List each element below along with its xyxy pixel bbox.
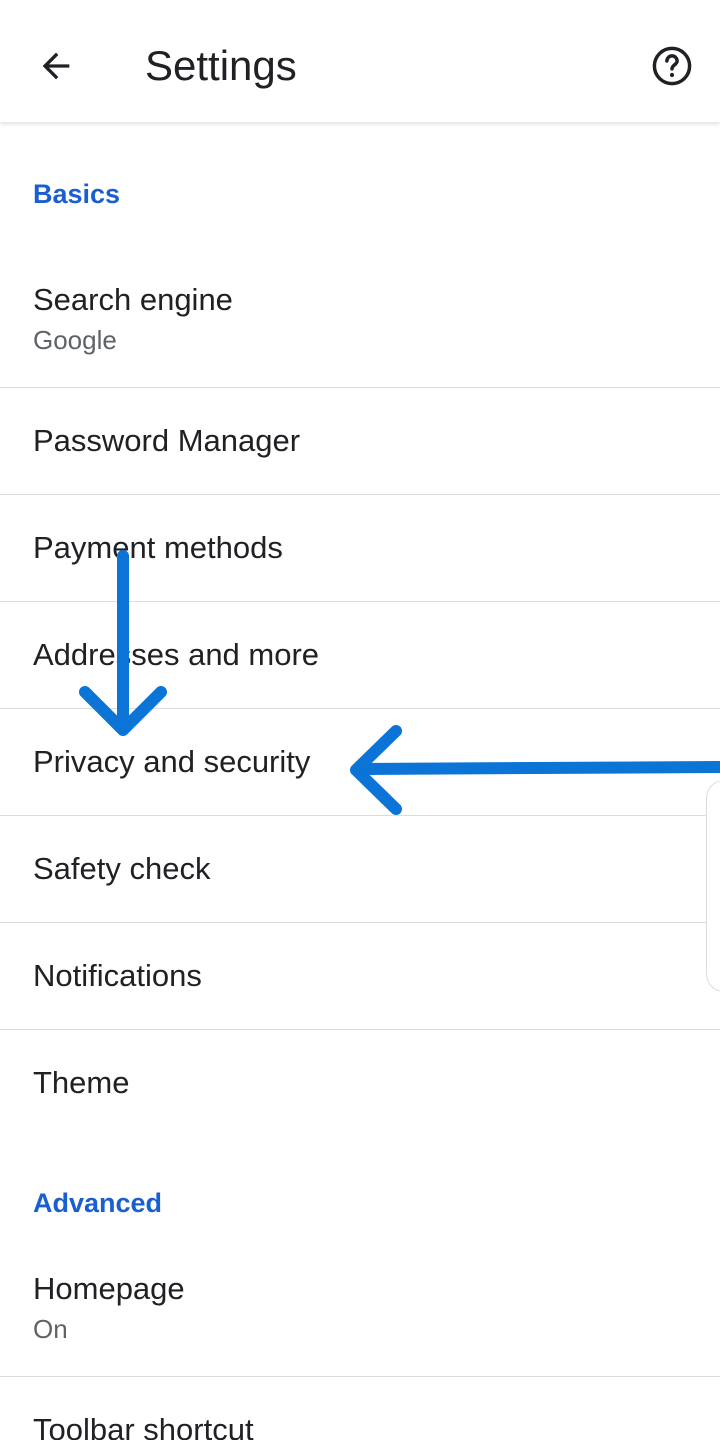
settings-item-password-manager[interactable]: Password Manager [0,388,720,495]
item-label: Payment methods [33,530,283,565]
item-label: Homepage [33,1271,185,1306]
section-header-basics: Basics [0,123,720,248]
settings-item-payment-methods[interactable]: Payment methods [0,495,720,602]
settings-item-search-engine[interactable]: Search engine Google [0,248,720,388]
settings-item-addresses[interactable]: Addresses and more [0,602,720,709]
settings-item-homepage[interactable]: Homepage On [0,1237,720,1377]
item-label: Notifications [33,958,202,993]
settings-list: Basics Search engine Google Password Man… [0,123,720,1440]
back-button[interactable] [20,30,92,102]
item-label: Safety check [33,851,211,886]
top-app-bar: Settings [0,0,720,122]
section-title-basics: Basics [33,179,121,209]
settings-screen: Settings Basics Search engine Google Pas… [0,0,720,1440]
section-header-advanced: Advanced [0,1137,720,1237]
item-label: Addresses and more [33,637,320,672]
item-value: Google [33,325,117,355]
item-label: Toolbar shortcut [33,1412,254,1440]
arrow-left-icon [42,52,70,80]
section-title-advanced: Advanced [33,1188,163,1218]
item-value: On [33,1314,68,1344]
settings-item-privacy-security[interactable]: Privacy and security [0,709,720,816]
item-label: Privacy and security [33,744,311,779]
settings-item-theme[interactable]: Theme [0,1030,720,1137]
item-label: Theme [33,1065,130,1100]
edge-panel-handle[interactable] [706,780,720,992]
settings-item-safety-check[interactable]: Safety check [0,816,720,923]
item-label: Search engine [33,282,233,317]
help-button[interactable] [636,30,708,102]
help-circle-icon [652,46,692,86]
page-title: Settings [145,42,297,89]
settings-item-notifications[interactable]: Notifications [0,923,720,1030]
settings-item-toolbar-shortcut[interactable]: Toolbar shortcut [0,1377,720,1440]
item-label: Password Manager [33,423,301,458]
